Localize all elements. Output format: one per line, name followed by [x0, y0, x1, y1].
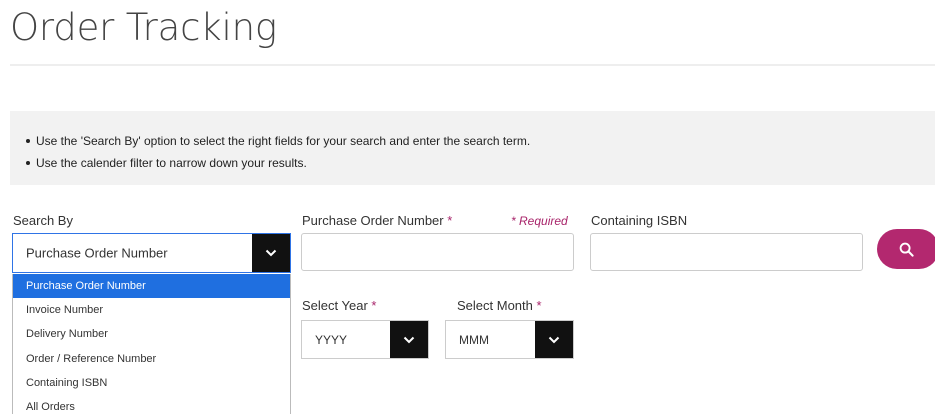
select-year-label: Select Year *: [302, 298, 376, 313]
purchase-order-label-text: Purchase Order Number: [302, 213, 444, 228]
search-by-label: Search By: [13, 213, 73, 228]
instruction-item: Use the calender filter to narrow down y…: [26, 152, 935, 174]
select-year-label-text: Select Year: [302, 298, 368, 313]
search-by-select[interactable]: Purchase Order Number: [12, 233, 291, 273]
instructions-list: Use the 'Search By' option to select the…: [10, 111, 935, 174]
select-year-dropdown[interactable]: YYYY: [301, 320, 429, 359]
search-by-option[interactable]: Purchase Order Number: [13, 274, 290, 299]
chevron-down-icon[interactable]: [535, 321, 573, 358]
chevron-down-icon[interactable]: [390, 321, 428, 358]
required-asterisk: *: [536, 298, 542, 313]
search-by-option[interactable]: Delivery Number: [13, 322, 290, 346]
select-month-label: Select Month *: [457, 298, 542, 313]
title-divider: [10, 64, 935, 66]
containing-isbn-input[interactable]: [590, 233, 863, 271]
search-by-option[interactable]: Order / Reference Number: [13, 347, 290, 371]
required-note: * Required: [511, 214, 568, 228]
search-button[interactable]: [877, 229, 935, 269]
select-month-label-text: Select Month: [457, 298, 533, 313]
select-month-value: MMM: [459, 332, 489, 347]
required-asterisk: *: [447, 213, 453, 228]
search-by-selected-value: Purchase Order Number: [26, 245, 168, 261]
purchase-order-number-input[interactable]: [301, 233, 574, 271]
required-asterisk: *: [371, 298, 377, 313]
search-by-options-list[interactable]: Purchase Order Number Invoice Number Del…: [12, 274, 291, 414]
instructions-panel: Use the 'Search By' option to select the…: [10, 111, 935, 185]
select-year-value: YYYY: [315, 332, 348, 347]
page-title: Order Tracking: [10, 6, 277, 49]
instruction-item: Use the 'Search By' option to select the…: [26, 130, 935, 152]
search-by-option[interactable]: All Orders: [13, 395, 290, 414]
search-by-option[interactable]: Containing ISBN: [13, 371, 290, 395]
containing-isbn-label: Containing ISBN: [591, 213, 688, 228]
search-icon: [899, 242, 914, 257]
chevron-down-icon[interactable]: [252, 234, 290, 272]
search-by-option[interactable]: Invoice Number: [13, 298, 290, 322]
select-month-dropdown[interactable]: MMM: [445, 320, 574, 359]
purchase-order-label: Purchase Order Number *: [302, 213, 452, 228]
order-tracking-page: Order Tracking Use the 'Search By' optio…: [0, 0, 935, 414]
